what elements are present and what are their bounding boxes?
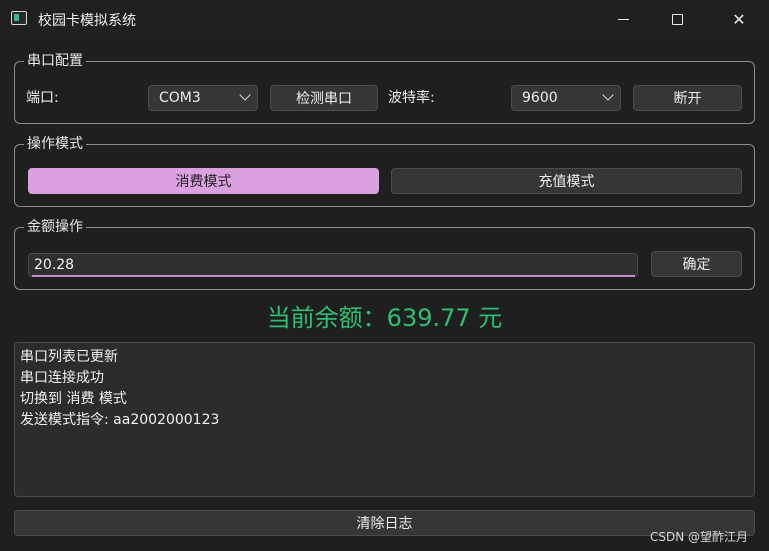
log-line: 串口列表已更新 [20, 349, 118, 365]
baud-select-value: 9600 [522, 90, 558, 106]
amount-group: 金额操作 20.28 确定 [14, 217, 755, 290]
close-button[interactable]: ✕ [716, 0, 762, 38]
amount-title: 金额操作 [24, 217, 86, 237]
recharge-mode-button[interactable]: 充值模式 [391, 168, 742, 194]
port-select-value: COM3 [159, 90, 201, 106]
log-line: 切换到 消费 模式 [20, 391, 127, 407]
minimize-button[interactable] [600, 0, 646, 38]
serial-config-group: 串口配置 端口: COM3 检测串口 波特率: 9600 断开 [14, 51, 755, 124]
serial-config-title: 串口配置 [24, 51, 86, 71]
window-title: 校园卡模拟系统 [38, 13, 136, 29]
watermark: CSDN @望酢江月 [650, 530, 749, 544]
baud-select[interactable]: 9600 [511, 85, 621, 111]
amount-input-focus-line [32, 275, 635, 277]
chevron-down-icon [239, 89, 251, 101]
port-label: 端口: [26, 90, 59, 106]
title-bar: 校园卡模拟系统 ✕ [0, 0, 769, 38]
consume-mode-button[interactable]: 消费模式 [28, 168, 379, 194]
log-line: 发送模式指令: aa2002000123 [20, 412, 220, 428]
operation-mode-group: 操作模式 消费模式 充值模式 [14, 134, 755, 207]
port-select[interactable]: COM3 [148, 85, 258, 111]
log-line: 串口连接成功 [20, 370, 104, 386]
disconnect-button[interactable]: 断开 [633, 85, 742, 111]
clear-log-button[interactable]: 清除日志 [14, 510, 755, 536]
confirm-button[interactable]: 确定 [651, 251, 742, 277]
operation-mode-title: 操作模式 [24, 134, 86, 154]
baud-label: 波特率: [388, 90, 435, 106]
detect-port-button[interactable]: 检测串口 [270, 85, 378, 111]
maximize-button[interactable] [654, 0, 700, 38]
log-area[interactable]: 串口列表已更新 串口连接成功 切换到 消费 模式 发送模式指令: aa20020… [14, 342, 755, 497]
chevron-down-icon [602, 89, 614, 101]
app-window-icon [11, 11, 27, 25]
balance-display: 当前余额：639.77 元 [266, 304, 503, 332]
minimize-icon [617, 18, 629, 20]
maximize-icon [671, 13, 683, 25]
close-icon: ✕ [732, 9, 746, 29]
amount-input[interactable]: 20.28 [28, 253, 638, 277]
